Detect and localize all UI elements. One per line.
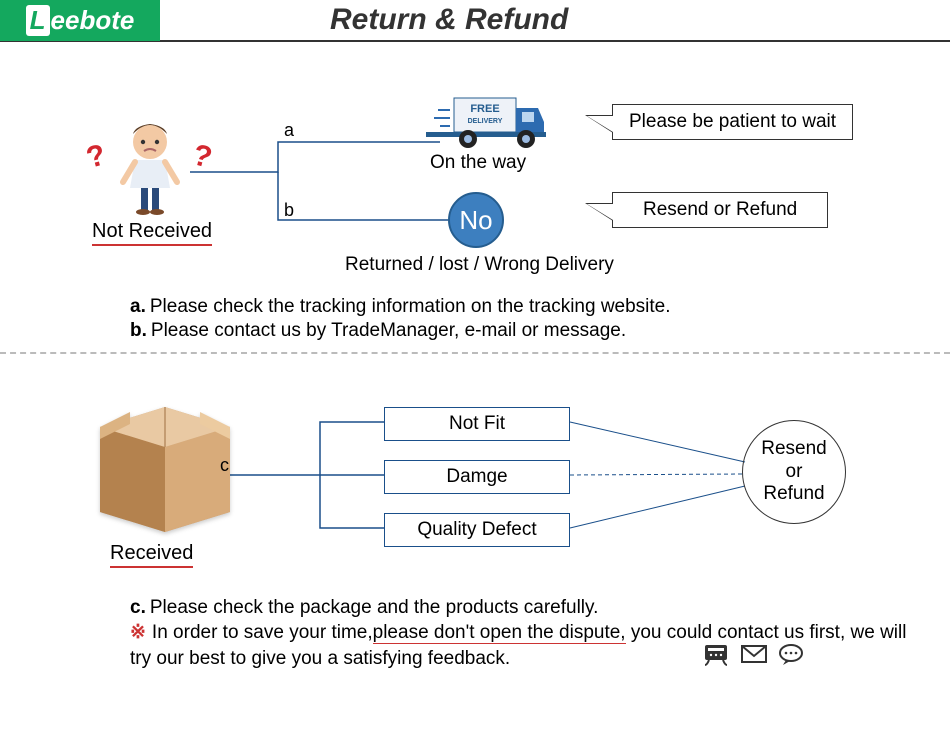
- svg-text:DELIVERY: DELIVERY: [468, 118, 503, 125]
- instruction-b-key: b.: [130, 320, 147, 341]
- question-mark-icon: ?: [83, 138, 110, 176]
- speech-bubble-a: Please be patient to wait: [612, 104, 853, 140]
- instruction-b: b.Please contact us by TradeManager, e-m…: [130, 320, 626, 342]
- delivery-truck-icon: FREE DELIVERY: [426, 90, 546, 155]
- instruction-a-text: Please check the tracking information on…: [150, 296, 671, 317]
- status-received: Received: [110, 542, 193, 568]
- section-divider: [0, 352, 950, 354]
- option-not-fit: Not Fit: [384, 407, 570, 441]
- package-box-icon: [90, 382, 240, 537]
- option-quality-defect: Quality Defect: [384, 513, 570, 547]
- confused-person-icon: ? ?: [115, 120, 185, 220]
- branch-a-label: On the way: [430, 152, 526, 174]
- instruction-c-text: Please check the package and the product…: [150, 597, 599, 618]
- branch-a-key: a: [284, 120, 294, 141]
- header: Leebote Return & Refund: [0, 0, 950, 42]
- phone-icon: [702, 642, 730, 671]
- question-mark-icon: ?: [189, 138, 216, 176]
- brand-text: eebote: [51, 5, 135, 36]
- warn-underline: please don't open the dispute,: [373, 622, 626, 644]
- branch-c-key: c: [220, 455, 229, 476]
- branch-b-label: Returned / lost / Wrong Delivery: [345, 254, 614, 276]
- contact-icons: [702, 642, 806, 671]
- instruction-b-text: Please contact us by TradeManager, e-mai…: [151, 320, 626, 341]
- page-title: Return & Refund: [330, 3, 568, 37]
- instruction-a: a.Please check the tracking information …: [130, 296, 671, 318]
- mail-icon: [740, 642, 768, 671]
- speech-bubble-b: Resend or Refund: [612, 192, 828, 228]
- outcome-text: Resend or Refund: [761, 438, 827, 506]
- warn-prefix: In order to save your time,: [152, 622, 373, 643]
- chat-icon: [778, 642, 806, 671]
- no-badge: No: [448, 192, 504, 248]
- outcome-circle: Resend or Refund: [742, 420, 846, 524]
- instruction-a-key: a.: [130, 296, 146, 317]
- star-icon: ※: [130, 622, 146, 643]
- instruction-c-key: c.: [130, 597, 146, 618]
- instruction-c: c.Please check the package and the produ…: [130, 597, 598, 619]
- brand-logo: Leebote: [0, 0, 160, 41]
- diagram-canvas: ? ? Not Received a b FREE DELIVERY: [0, 42, 950, 732]
- branch-b-key: b: [284, 200, 294, 221]
- status-not-received: Not Received: [92, 220, 212, 246]
- option-damage: Damge: [384, 460, 570, 494]
- svg-text:FREE: FREE: [470, 103, 499, 115]
